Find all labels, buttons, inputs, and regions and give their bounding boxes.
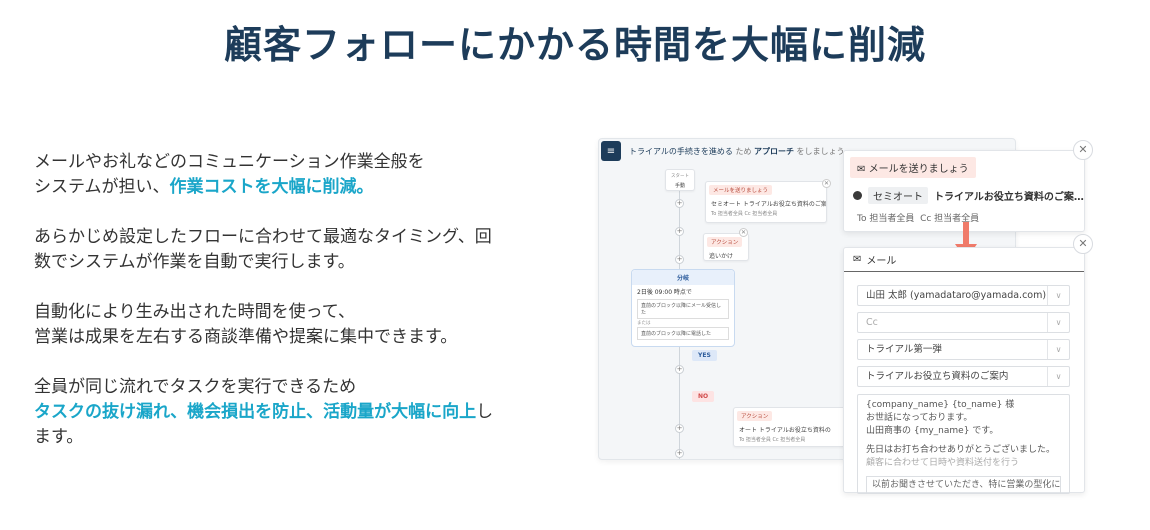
mail-step-row: セミオート トライアルお役立ち資料のご案… bbox=[853, 187, 1084, 204]
start-node[interactable]: スタート 手動 bbox=[665, 169, 695, 191]
body-line: 先日はお打ち合わせありがとうございました。 bbox=[866, 445, 1056, 455]
cc-field[interactable]: Cc ∨ bbox=[857, 312, 1070, 333]
chevron-down-icon[interactable]: ∨ bbox=[1047, 313, 1069, 332]
close-icon[interactable]: ✕ bbox=[822, 179, 831, 188]
paragraph-4: 全員が同じ流れでタスクを実行できるため タスクの抜け漏れ、機会損出を防止、活動量… bbox=[34, 375, 554, 450]
mail-icon: ✉ bbox=[857, 164, 866, 175]
add-step-icon[interactable]: + bbox=[675, 199, 684, 208]
chevron-down-icon[interactable]: ∨ bbox=[1047, 286, 1069, 305]
title-text: をしましょう bbox=[794, 146, 845, 156]
mail-editor-header: ✉ メール bbox=[844, 248, 1084, 272]
mail-step-title: メールを送りましょう bbox=[868, 164, 969, 175]
paragraph-1: メールやお礼などのコミュニケーション作業全般を システムが担い、作業コストを大幅… bbox=[34, 150, 554, 200]
text-line: メールやお礼などのコミュニケーション作業全般を bbox=[34, 152, 425, 172]
mail-editor-title: メール bbox=[866, 256, 897, 267]
mail-subject: トライアルお役立ち資料のご案… bbox=[934, 192, 1084, 203]
template-select[interactable]: トライアル第一弾 ∨ bbox=[857, 339, 1070, 360]
title-text: アプローチ bbox=[754, 146, 795, 156]
highlight-text: 作業コストを大幅に削減。 bbox=[169, 177, 374, 197]
menu-icon[interactable]: ≡ bbox=[601, 141, 621, 161]
branch-rule: 直前のブロック以降にメール受信した bbox=[637, 299, 729, 319]
action2-head: アクション bbox=[737, 411, 773, 421]
mail-body-editor[interactable]: {company_name} {to_name} 様 お世話になっております。 … bbox=[857, 394, 1070, 494]
action-head: アクション bbox=[707, 237, 743, 247]
paragraph-3: 自動化により生み出された時間を使って、 営業は成果を左右する商談準備や提案に集中… bbox=[34, 300, 554, 350]
subject-value: トライアルお役立ち資料のご案内 bbox=[866, 371, 1009, 382]
text-line: あらかじめ設定したフローに合わせて最適なタイミング、回 bbox=[34, 227, 492, 247]
branch-condition: 2日後 09:00 時点で bbox=[637, 289, 692, 296]
mail-node-row: セミオート トライアルお役立ち資料のご案内 bbox=[711, 201, 826, 208]
mode-chip: セミオート bbox=[868, 187, 928, 204]
status-dot-icon bbox=[853, 191, 862, 200]
add-step-icon[interactable]: + bbox=[675, 424, 684, 433]
branch-node[interactable]: 分岐 2日後 09:00 時点で 直前のブロック以降にメール受信した または 直… bbox=[631, 269, 735, 347]
cc-placeholder: Cc bbox=[866, 317, 878, 328]
mail-icon: ✉ bbox=[853, 254, 862, 265]
mail-step-head: ✉ メールを送りましょう bbox=[850, 157, 976, 178]
chevron-down-icon[interactable]: ∨ bbox=[1047, 340, 1069, 359]
branch-or-label: または bbox=[637, 321, 651, 326]
text-line: し bbox=[476, 402, 494, 422]
title-text: トライアルの手続きを進める bbox=[629, 146, 733, 156]
body-line: お世話になっております。 bbox=[866, 413, 973, 423]
text-line: 営業は成果を左右する商談準備や提案に集中できます。 bbox=[34, 327, 458, 347]
mail-node-head: メールを送りましょう bbox=[709, 185, 773, 195]
action-node[interactable]: アクション 追いかけ bbox=[703, 233, 749, 261]
body-line: {company_name} {to_name} 様 bbox=[866, 400, 1015, 410]
to-recipients: To 担当者全員 bbox=[857, 214, 915, 224]
close-icon[interactable]: ✕ bbox=[1073, 234, 1093, 254]
template-value: トライアル第一弾 bbox=[866, 344, 942, 355]
to-value: 山田 太郎 (yamadataro@yamada.com) bbox=[866, 290, 1047, 301]
mail-node-sub: To 担当者全員 Cc 担当者全員 bbox=[711, 211, 778, 217]
workflow-title: トライアルの手続きを進める ため アプローチ をしましょう bbox=[629, 146, 845, 157]
subject-field[interactable]: トライアルお役立ち資料のご案内 ∨ bbox=[857, 366, 1070, 387]
action-row: 追いかけ bbox=[709, 253, 734, 260]
close-icon[interactable]: ✕ bbox=[739, 228, 748, 237]
yes-tag: YES bbox=[692, 350, 717, 361]
text-line: 数でシステムが作業を自動で実行します。 bbox=[34, 252, 355, 272]
close-icon[interactable]: ✕ bbox=[1073, 140, 1093, 160]
text-line: 全員が同じ流れでタスクを実行できるため bbox=[34, 377, 357, 397]
start-label: スタート bbox=[671, 174, 689, 179]
add-step-icon[interactable]: + bbox=[675, 255, 684, 264]
body-hint: 顧客に合わせて日時や資料送付を行う bbox=[866, 458, 1020, 468]
mail-step-card[interactable]: ✉ メールを送りましょう セミオート トライアルお役立ち資料のご案… To 担当… bbox=[843, 150, 1085, 232]
body-line: 山田商事の {my_name} です。 bbox=[866, 426, 999, 436]
start-sub: 手動 bbox=[674, 183, 685, 189]
title-text: ため bbox=[732, 146, 755, 156]
feature-description: メールやお礼などのコミュニケーション作業全般を システムが担い、作業コストを大幅… bbox=[34, 150, 554, 475]
branch-head: 分岐 bbox=[632, 270, 734, 285]
paragraph-2: あらかじめ設定したフローに合わせて最適なタイミング、回 数でシステムが作業を自動… bbox=[34, 225, 554, 275]
highlight-text: タスクの抜け漏れ、機会損出を防止、活動量が大幅に向上 bbox=[34, 402, 477, 422]
mail-node[interactable]: メールを送りましょう セミオート トライアルお役立ち資料のご案内 To 担当者全… bbox=[705, 181, 827, 223]
add-step-icon[interactable]: + bbox=[675, 365, 684, 374]
add-step-icon[interactable]: + bbox=[675, 227, 684, 236]
page-headline: 顧客フォローにかかる時間を大幅に削減 bbox=[223, 23, 926, 67]
text-line: 自動化により生み出された時間を使って、 bbox=[34, 302, 355, 322]
to-field[interactable]: 山田 太郎 (yamadataro@yamada.com) ∨ bbox=[857, 285, 1070, 306]
text-line: システムが担い、 bbox=[34, 177, 170, 197]
mail-editor-card: ✉ メール 山田 太郎 (yamadataro@yamada.com) ∨ Cc… bbox=[843, 247, 1085, 494]
add-step-icon[interactable]: + bbox=[675, 449, 684, 458]
chevron-down-icon[interactable]: ∨ bbox=[1047, 367, 1069, 386]
text-line: ます。 bbox=[34, 427, 84, 447]
no-tag: NO bbox=[692, 391, 715, 402]
branch-rule: 直前のブロック以降に電話した bbox=[637, 327, 729, 340]
body-snippet: 以前お聞きさせていただき、特に営業の型化に興 bbox=[866, 476, 1061, 493]
